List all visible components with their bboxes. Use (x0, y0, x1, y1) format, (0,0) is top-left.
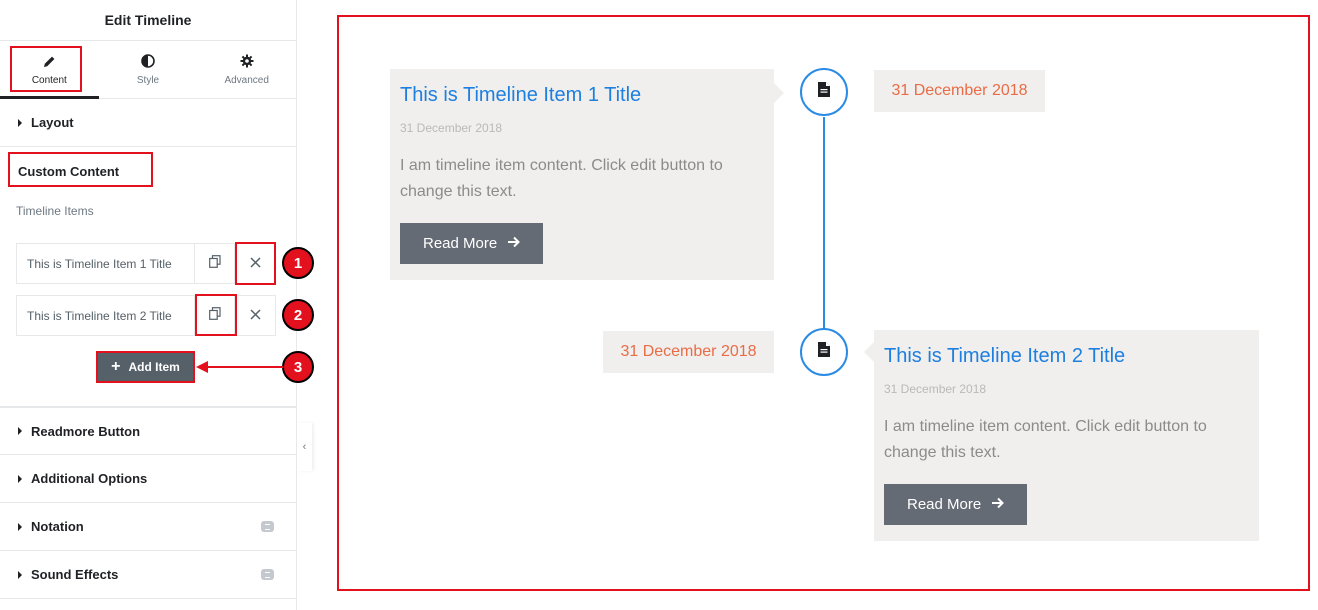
caret-right-icon (18, 474, 22, 483)
read-more-label: Read More (423, 235, 498, 252)
duplicate-button[interactable] (195, 296, 235, 335)
timeline-line (823, 117, 825, 330)
read-more-button[interactable]: Read More (400, 223, 544, 264)
section-notation[interactable]: Notation (0, 503, 296, 551)
preview-area: This is Timeline Item 1 Title 31 Decembe… (337, 15, 1310, 591)
arrow-right-icon (507, 235, 521, 252)
timeline-item-title[interactable]: This is Timeline Item 1 Title (400, 81, 764, 109)
remove-button[interactable] (235, 244, 275, 283)
tab-advanced-label: Advanced (224, 75, 269, 86)
custom-content-highlight (8, 152, 153, 187)
panel-header: Edit Timeline (0, 0, 296, 41)
timeline-item-title[interactable]: This is Timeline Item 2 Title (884, 342, 1249, 370)
section-additional-options[interactable]: Additional Options (0, 455, 296, 503)
section-notation-title: Notation (31, 519, 84, 534)
panel-tabs: Content Style Advanced (0, 41, 296, 99)
copy-icon (208, 307, 221, 324)
document-icon (818, 82, 830, 102)
read-more-label: Read More (907, 496, 982, 513)
pro-badge-icon (261, 569, 274, 580)
add-item-button[interactable]: + Add Item (96, 351, 195, 383)
section-sound-effects[interactable]: Sound Effects (0, 551, 296, 599)
gear-icon (240, 53, 254, 69)
caret-right-icon (18, 427, 22, 435)
timeline-node (800, 68, 848, 116)
annotation-badge-2: 2 (282, 299, 314, 331)
caret-right-icon (18, 570, 22, 579)
repeater-item-title[interactable]: This is Timeline Item 1 Title (17, 244, 195, 283)
section-readmore-title: Readmore Button (31, 423, 141, 439)
close-icon (249, 307, 261, 324)
repeater-item-title[interactable]: This is Timeline Item 2 Title (17, 296, 195, 335)
tab-advanced[interactable]: Advanced (197, 41, 296, 98)
timeline-item-content: I am timeline item content. Click edit b… (884, 418, 1207, 461)
tab-style-label: Style (136, 75, 160, 86)
timeline-card: This is Timeline Item 2 Title 31 Decembe… (874, 330, 1259, 541)
copy-icon (208, 255, 221, 272)
timeline-node (800, 328, 848, 376)
tab-style[interactable]: Style (99, 41, 198, 98)
content-tab-highlight (10, 46, 82, 92)
read-more-button[interactable]: Read More (884, 484, 1028, 525)
repeater-item: This is Timeline Item 1 Title (16, 243, 276, 284)
section-layout-title: Layout (31, 115, 74, 130)
caret-right-icon (18, 118, 22, 127)
section-readmore[interactable]: Readmore Button (0, 407, 296, 455)
panel-collapse-handle[interactable]: ‹ (297, 423, 312, 471)
timeline-item-date: 31 December 2018 (884, 382, 987, 396)
document-icon (818, 342, 830, 362)
timeline-card: This is Timeline Item 1 Title 31 Decembe… (390, 69, 774, 280)
pro-badge-icon (261, 521, 274, 532)
repeater-item: This is Timeline Item 2 Title (16, 295, 276, 336)
annotation-badge-3: 3 (282, 351, 314, 383)
timeline-side-date: 31 December 2018 (874, 70, 1045, 112)
section-layout[interactable]: Layout (0, 99, 296, 147)
card-pointer (774, 83, 784, 103)
section-additional-title: Additional Options (31, 471, 148, 486)
card-pointer (864, 342, 874, 362)
section-sound-title: Sound Effects (31, 567, 119, 582)
half-circle-icon (141, 53, 155, 69)
close-icon (249, 255, 261, 272)
panel-title: Edit Timeline (104, 12, 192, 28)
caret-right-icon (18, 522, 22, 531)
annotation-arrow-icon (196, 361, 283, 373)
arrow-right-icon (991, 496, 1005, 513)
add-item-label: Add Item (128, 360, 180, 374)
plus-icon: + (111, 358, 121, 375)
timeline-item-date: 31 December 2018 (400, 121, 503, 135)
duplicate-button[interactable] (195, 244, 235, 283)
remove-button[interactable] (235, 296, 275, 335)
timeline-side-date: 31 December 2018 (603, 331, 774, 373)
chevron-left-icon: ‹ (302, 441, 307, 453)
custom-content-header[interactable]: Custom Content (0, 147, 296, 195)
timeline-items-label: Timeline Items (16, 204, 94, 218)
timeline-item-content: I am timeline item content. Click edit b… (400, 157, 723, 200)
annotation-badge-1: 1 (282, 247, 314, 279)
